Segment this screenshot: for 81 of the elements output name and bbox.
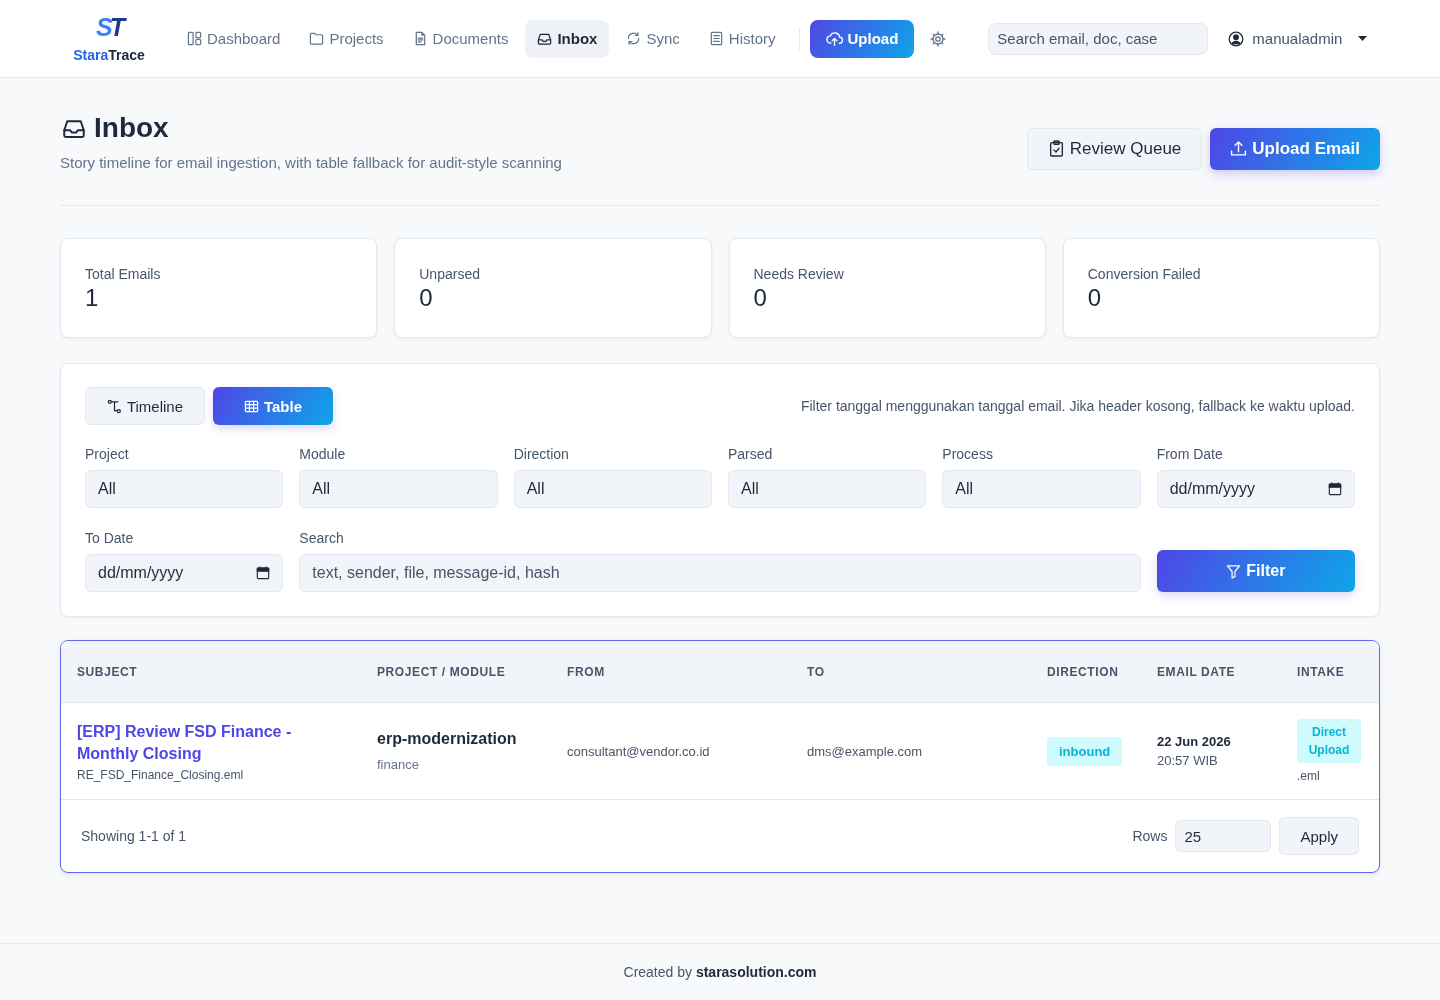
filter-icon [1226,563,1242,579]
calendar-icon [1328,482,1342,496]
field-label: Search [299,530,345,546]
journal-icon [708,31,724,46]
inbox-icon [537,31,553,46]
upload-button[interactable]: Upload [810,19,915,58]
stat-label: Conversion Failed [1087,266,1202,282]
pagination-summary: Showing 1-1 of 1 [81,828,187,844]
nav-link[interactable]: Sync [614,19,692,58]
column-header: TO [807,664,825,679]
stat-label: Needs Review [753,266,845,282]
filter-button[interactable]: Filter [1156,550,1355,592]
select-field[interactable]: All [728,470,927,508]
stat-value: 0 [1087,285,1103,312]
email-date: 22 Jun 2026 [1157,734,1231,749]
column-header: EMAIL DATE [1157,664,1236,679]
settings-icon[interactable] [930,30,947,47]
stat-label: Total Emails [85,266,162,282]
date-field[interactable]: dd/mm/yyyy [85,554,284,592]
view-toggle[interactable]: Timeline [85,387,205,425]
nav-link[interactable]: Inbox [525,19,610,58]
file-name: RE_FSD_Finance_Closing.eml [77,767,244,782]
column-header: PROJECT / MODULE [377,664,506,679]
rows-input[interactable]: 25 [1175,820,1272,852]
caret-icon[interactable] [1358,36,1368,41]
search-field[interactable]: Search email, doc, case [988,22,1209,55]
intake-badge: Direct Upload [1297,719,1361,763]
sync-icon [626,31,642,46]
view-toggle[interactable]: Table [213,387,333,425]
upload-icon [1230,140,1248,157]
folder-icon [309,31,325,46]
nav-link[interactable]: History [696,19,788,58]
nav-link[interactable]: Projects [297,19,396,58]
stat-value: 1 [85,285,100,312]
field-label: Project [85,446,130,462]
nav-link[interactable]: Documents [400,19,521,58]
select-field[interactable]: All [85,470,284,508]
field-label: Module [299,446,347,462]
column-header: FROM [567,664,605,679]
field-label: Direction [513,446,570,462]
select-field[interactable]: All [942,470,1141,508]
clipboard-check-icon [1047,140,1065,157]
table-icon [243,398,259,414]
project-name: erp-modernization [377,730,517,748]
apply-button[interactable]: Apply [1279,817,1359,855]
review-queue-button[interactable]: Review Queue [1026,127,1203,170]
select-field[interactable]: All [299,470,498,508]
calendar-icon [256,566,271,580]
subject-link[interactable]: [ERP] Review FSD Finance - Monthly Closing [77,720,317,765]
field-label: Process [942,446,994,462]
file-type: .eml [1297,769,1320,783]
field-label: Parsed [728,446,774,462]
dashboard-icon [187,31,202,46]
user-name[interactable]: manualadmin [1252,30,1343,47]
field-label: To Date [85,530,135,546]
column-header: SUBJECT [77,664,138,679]
rows-label: Rows [1132,828,1168,844]
date-field[interactable]: dd/mm/yyyy [1156,470,1355,508]
recipient-email: dms@example.com [807,743,923,759]
stat-value: 0 [419,285,434,312]
column-header: DIRECTION [1047,664,1119,679]
column-header: INTAKE [1297,664,1345,679]
upload-email-button[interactable]: Upload Email [1210,127,1380,170]
user-avatar-icon [1228,30,1245,47]
page-title: Inbox [94,112,169,144]
direction-badge: inbound [1047,736,1123,766]
brand-name[interactable]: StaraTrace [73,46,145,63]
email-time: 20:57 WIB [1157,753,1218,768]
module-name: finance [377,757,419,772]
field-label: From Date [1156,446,1224,462]
page-subtitle: Story timeline for email ingestion, with table fallback for audit-style scanning [60,154,562,171]
stat-label: Unparsed [419,266,481,282]
cloud-upload-icon [826,30,844,47]
select-field[interactable]: All [513,470,712,508]
stat-value: 0 [753,285,768,312]
filter-note: Filter tanggal menggunakan tanggal email. Jika header kosong, fallback ke waktu upload. [800,398,1355,414]
timeline-icon [106,398,122,414]
nav-link[interactable]: Dashboard [175,19,293,58]
sender-email: consultant@vendor.co.id [567,743,710,759]
footer-credit: Created by starasolution.com [623,964,817,980]
search-field[interactable]: text, sender, file, message-id, hash [299,554,1141,592]
